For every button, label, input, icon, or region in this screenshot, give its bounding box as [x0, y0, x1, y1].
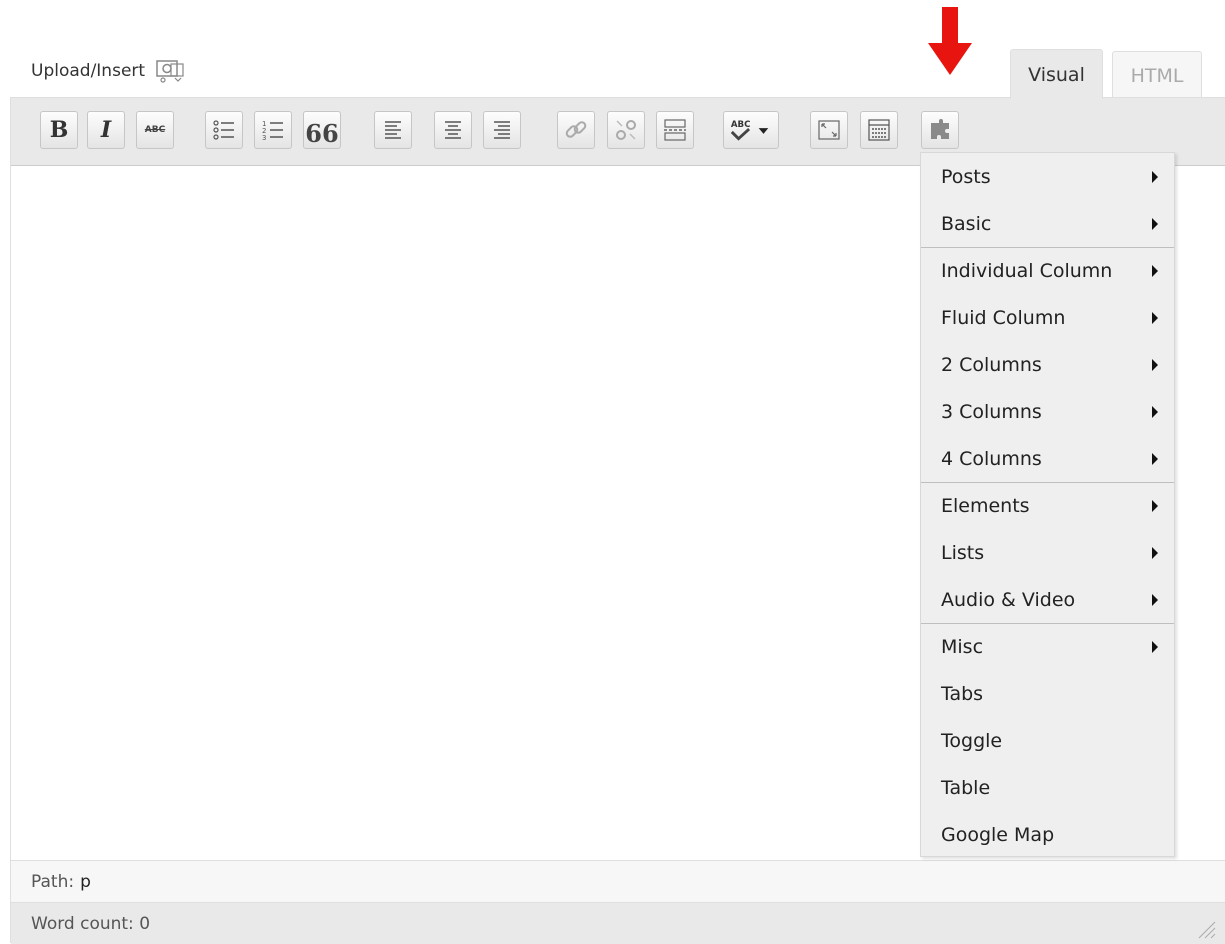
submenu-arrow-icon: [1152, 170, 1158, 183]
unlink-icon: [616, 120, 636, 140]
menu-item-lists[interactable]: Lists: [921, 529, 1174, 576]
strikethrough-button[interactable]: ABC: [136, 111, 174, 149]
align-right-icon: [494, 121, 510, 139]
menu-item-3-columns[interactable]: 3 Columns: [921, 388, 1174, 435]
submenu-arrow-icon: [1152, 264, 1158, 277]
word-count: Word count: 0: [31, 913, 151, 934]
bold-button[interactable]: B: [40, 111, 78, 149]
menu-item-label: Table: [941, 776, 991, 799]
menu-item-label: Basic: [941, 212, 992, 235]
submenu-arrow-icon: [1152, 499, 1158, 512]
menu-item-tabs[interactable]: Tabs: [921, 670, 1174, 717]
menu-item-google-map[interactable]: Google Map: [921, 811, 1174, 858]
puzzle-icon: [931, 119, 949, 139]
submenu-arrow-icon: [1152, 546, 1158, 559]
menu-item-label: 2 Columns: [941, 353, 1042, 376]
red-arrow-icon: [928, 7, 972, 75]
numbered-list-icon: 1 2 3: [262, 120, 283, 142]
submenu-arrow-icon: [1152, 217, 1158, 230]
strikethrough-icon: ABC: [144, 125, 166, 135]
numbered-list-button[interactable]: 1 2 3: [254, 111, 292, 149]
fullscreen-button[interactable]: [810, 111, 848, 149]
tab-html-label: HTML: [1130, 64, 1184, 87]
upload-insert-label[interactable]: Upload/Insert: [31, 61, 145, 81]
submenu-arrow-icon: [1152, 405, 1158, 418]
menu-item-label: 3 Columns: [941, 400, 1042, 423]
resize-grip-icon[interactable]: [1193, 916, 1217, 940]
tab-html[interactable]: HTML: [1112, 51, 1202, 99]
menu-item-label: Lists: [941, 541, 985, 564]
insert-link-button[interactable]: [557, 111, 595, 149]
kitchen-sink-button[interactable]: [860, 111, 898, 149]
menu-item-4-columns[interactable]: 4 Columns: [921, 435, 1174, 482]
menu-item-elements[interactable]: Elements: [921, 482, 1174, 529]
blockquote-button[interactable]: 66: [303, 111, 341, 149]
menu-item-label: Toggle: [941, 729, 1003, 752]
submenu-arrow-icon: [1152, 311, 1158, 324]
menu-item-label: Individual Column: [941, 259, 1113, 282]
italic-icon: I: [100, 117, 112, 143]
align-left-icon: [385, 121, 401, 139]
shortcodes-menu: Posts Basic Individual Column Fluid Colu…: [920, 152, 1175, 857]
bold-icon: B: [49, 117, 69, 143]
upload-insert[interactable]: Upload/Insert: [31, 58, 185, 84]
path-bar: Path: p: [11, 860, 1225, 902]
bullet-list-icon: [213, 120, 234, 140]
submenu-arrow-icon: [1152, 593, 1158, 606]
shortcodes-button[interactable]: [921, 111, 959, 149]
menu-item-label: Audio & Video: [941, 588, 1076, 611]
align-center-icon: [445, 121, 461, 139]
spellcheck-button[interactable]: ABC: [723, 111, 779, 149]
link-icon: [565, 121, 587, 138]
menu-item-individual-column[interactable]: Individual Column: [921, 247, 1174, 294]
menu-item-label: Elements: [941, 494, 1030, 517]
align-center-button[interactable]: [434, 111, 472, 149]
italic-button[interactable]: I: [87, 111, 125, 149]
menu-item-label: Google Map: [941, 823, 1055, 846]
spellcheck-icon: ABC: [730, 120, 769, 141]
menu-item-misc[interactable]: Misc: [921, 623, 1174, 670]
menu-item-toggle[interactable]: Toggle: [921, 717, 1174, 764]
kitchen-sink-icon: [868, 119, 890, 141]
menu-item-label: Posts: [941, 165, 991, 188]
word-count-bar: Word count: 0: [11, 902, 1225, 944]
menu-item-fluid-column[interactable]: Fluid Column: [921, 294, 1174, 341]
svg-text:3: 3: [262, 134, 266, 142]
menu-item-audio-video[interactable]: Audio & Video: [921, 576, 1174, 623]
menu-item-label: Fluid Column: [941, 306, 1066, 329]
menu-item-label: Misc: [941, 635, 984, 658]
submenu-arrow-icon: [1152, 452, 1158, 465]
align-right-button[interactable]: [483, 111, 521, 149]
submenu-arrow-icon: [1152, 640, 1158, 653]
unlink-button[interactable]: [607, 111, 645, 149]
tab-visual[interactable]: Visual: [1010, 49, 1103, 99]
menu-item-basic[interactable]: Basic: [921, 200, 1174, 247]
path-label: Path:: [31, 871, 75, 892]
path-value[interactable]: p: [80, 872, 91, 892]
tab-visual-label: Visual: [1028, 63, 1085, 86]
align-left-button[interactable]: [374, 111, 412, 149]
menu-item-label: Tabs: [941, 682, 984, 705]
menu-item-label: 4 Columns: [941, 447, 1042, 470]
menu-item-2-columns[interactable]: 2 Columns: [921, 341, 1174, 388]
blockquote-icon: 66: [305, 119, 339, 148]
menu-item-table[interactable]: Table: [921, 764, 1174, 811]
more-tag-icon: [664, 119, 686, 141]
menu-item-posts[interactable]: Posts: [921, 153, 1174, 200]
fullscreen-icon: [818, 120, 840, 140]
media-upload-icon[interactable]: [155, 58, 185, 84]
bullet-list-button[interactable]: [205, 111, 243, 149]
submenu-arrow-icon: [1152, 358, 1158, 371]
insert-more-button[interactable]: [656, 111, 694, 149]
